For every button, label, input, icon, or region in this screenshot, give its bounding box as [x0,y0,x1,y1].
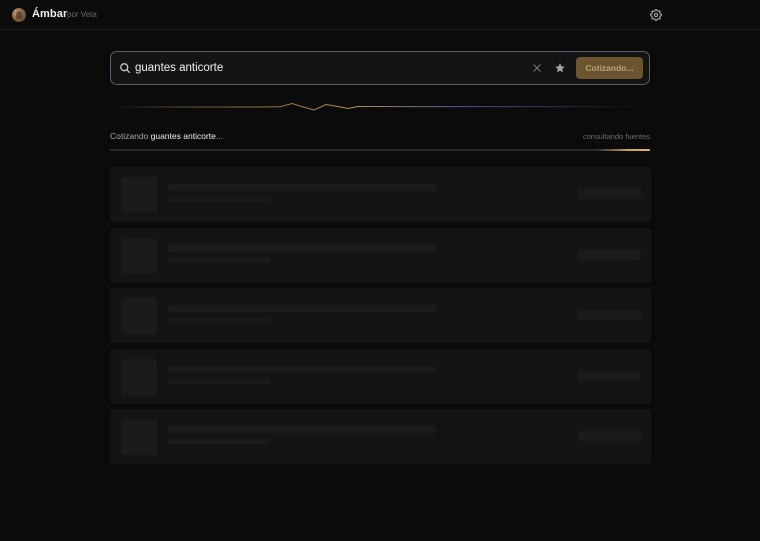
status-query: guantes anticorte [150,131,216,141]
result-skeleton-card [110,167,651,222]
price-placeholder [578,189,641,199]
top-bar: Ámbar por Veta [0,0,760,30]
thumbnail-placeholder [121,237,157,274]
thumbnail-placeholder [121,358,157,395]
result-skeleton-card [110,348,651,404]
price-placeholder [578,249,641,260]
progress-fill [596,149,650,151]
brand-name: Ámbar [32,8,68,20]
title-placeholder [168,184,436,191]
status-prefix: Cotizando [110,131,149,141]
title-placeholder [168,426,436,433]
star-icon[interactable] [554,62,566,74]
progress-bar [110,149,650,151]
subtitle-placeholder [168,439,270,444]
status-sources: consultando fuentes [582,132,650,141]
quote-button[interactable]: Cotizando... [576,57,643,79]
title-placeholder [168,305,436,312]
result-skeleton-card [110,227,651,283]
search-input[interactable] [135,58,515,78]
thumbnail-placeholder [121,177,157,213]
close-icon[interactable] [533,64,541,72]
subtitle-placeholder [168,257,270,263]
subtitle-placeholder [168,378,270,384]
title-placeholder [168,244,436,252]
status-text: Cotizando guantes anticorte... [110,131,223,141]
subtitle-placeholder [168,318,270,323]
thumbnail-placeholder [121,419,157,455]
gear-icon[interactable] [650,9,662,21]
search-bar: Cotizando... [110,51,650,85]
price-placeholder [578,370,641,381]
result-skeleton-card [110,409,651,464]
thumbnail-placeholder [121,298,157,334]
status-ellipsis: ... [215,131,223,141]
brand-logo[interactable] [12,8,26,22]
title-placeholder [168,365,436,373]
activity-waveform [110,102,650,111]
result-skeleton-card [110,288,651,343]
search-icon [120,63,131,74]
brand-byline: por Veta [67,10,97,19]
price-placeholder [578,431,641,441]
subtitle-placeholder [168,197,270,202]
price-placeholder [578,310,641,320]
